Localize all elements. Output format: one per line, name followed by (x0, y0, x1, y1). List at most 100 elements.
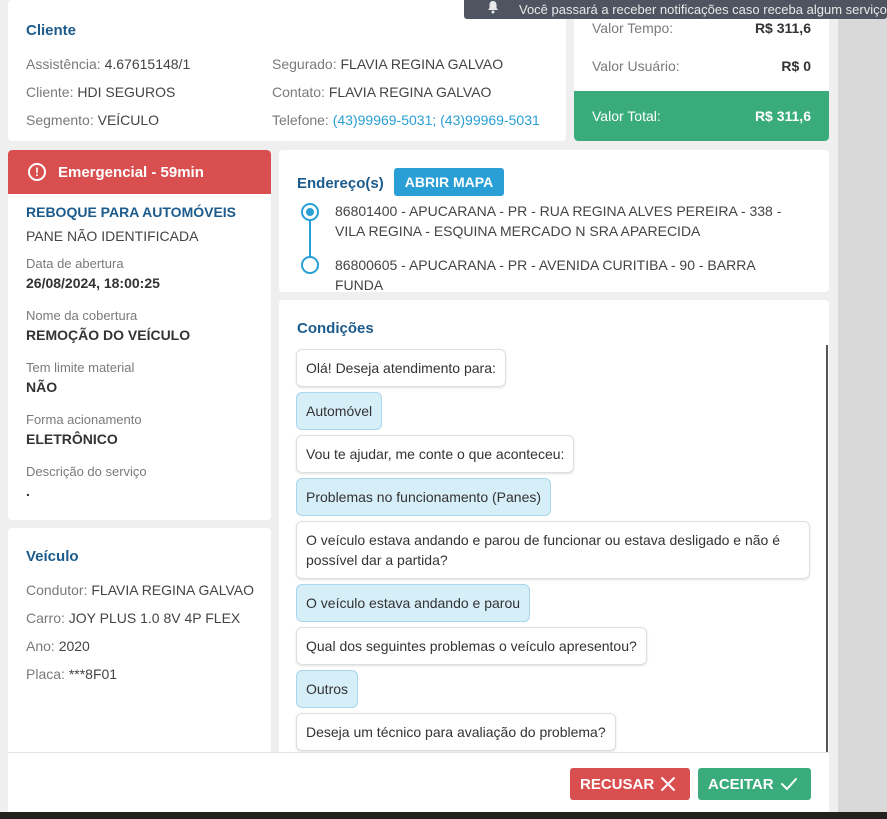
time-value-amount: R$ 311,6 (754, 20, 811, 36)
conditions-title: Condições (297, 320, 374, 337)
driver-row: Condutor: FLAVIA REGINA GALVAO (26, 576, 254, 604)
time-value-label: Valor Tempo: (592, 20, 674, 36)
client-info-right: Segurado: FLAVIA REGINA GALVAO Contato: … (272, 50, 540, 134)
insured-value: FLAVIA REGINA GALVAO (340, 56, 504, 72)
question-bubble: Olá! Deseja atendimento para: (296, 349, 506, 387)
user-value-label: Valor Usuário: (592, 58, 680, 74)
scrollbar[interactable] (826, 345, 828, 758)
question-bubble: Qual dos seguintes problemas o veículo a… (296, 627, 647, 665)
action-footer: RECUSAR ACEITAR (8, 752, 829, 812)
background-gutter (838, 0, 887, 819)
vehicle-info: Condutor: FLAVIA REGINA GALVAO Carro: JO… (26, 576, 254, 688)
segment-value: VEÍCULO (97, 112, 160, 128)
answer-bubble: Outros (296, 670, 359, 708)
opening-date-field: Data de abertura 26/08/2024, 18:00:25 (26, 256, 160, 291)
phone-link[interactable]: (43)99969-5031; (43)99969-5031 (333, 112, 540, 128)
accept-button[interactable]: ACEITAR (698, 768, 811, 800)
refuse-label: RECUSAR (580, 775, 655, 793)
car-value: JOY PLUS 1.0 8V 4P FLEX (68, 610, 241, 626)
field-value: REMOÇÃO DO VEÍCULO (26, 327, 191, 343)
phone-label: Telefone: (272, 112, 329, 128)
car-label: Carro: (26, 610, 65, 626)
total-value-label: Valor Total: (592, 108, 661, 124)
info-icon: ! (28, 163, 46, 181)
assistance-row: Assistência: 4.67615148/1 (26, 50, 190, 78)
client-info-left: Assistência: 4.67615148/1 Cliente: HDI S… (26, 50, 190, 134)
client-name-row: Cliente: HDI SEGUROS (26, 78, 190, 106)
service-title: REBOQUE PARA AUTOMÓVEIS (26, 204, 237, 220)
service-description-field: Descrição do serviço . (26, 464, 147, 499)
check-icon (781, 778, 797, 790)
insured-label: Segurado: (272, 56, 337, 72)
address-card: Endereço(s) ABRIR MAPA 86801400 - APUCAR… (279, 150, 829, 293)
emergency-banner: ! Emergencial - 59min (8, 150, 271, 194)
assistance-label: Assistência: (26, 56, 101, 72)
contact-label: Contato: (272, 84, 325, 100)
answer-bubble: O veículo estava andando e parou (296, 584, 531, 622)
field-value: . (26, 483, 30, 499)
address-title: Endereço(s) (297, 175, 384, 192)
emergency-label: Emergencial - 59min (58, 164, 204, 181)
client-name-value: HDI SEGUROS (77, 84, 176, 100)
driver-value: FLAVIA REGINA GALVAO (91, 582, 254, 598)
question-bubble: Vou te ajudar, me conte o que aconteceu: (296, 435, 575, 473)
phone-row: Telefone: (43)99969-5031; (43)99969-5031 (272, 106, 540, 134)
coverage-field: Nome da cobertura REMOÇÃO DO VEÍCULO (26, 308, 190, 343)
conditions-card: Condições Olá! Deseja atendimento para: … (279, 300, 829, 758)
origin-marker-icon (301, 203, 319, 221)
contact-row: Contato: FLAVIA REGINA GALVAO (272, 78, 540, 106)
accept-label: ACEITAR (708, 775, 774, 793)
client-card: Cliente Assistência: 4.67615148/1 Client… (8, 0, 566, 141)
year-row: Ano: 2020 (26, 632, 254, 660)
origin-address: 86801400 - APUCARANA - PR - RUA REGINA A… (335, 203, 782, 239)
values-card: Valor Tempo: R$ 311,6 Valor Usuário: R$ … (574, 0, 829, 141)
field-value: ELETRÔNICO (26, 431, 118, 447)
destination-address: 86800605 - APUCARANA - PR - AVENIDA CURI… (335, 257, 755, 293)
vehicle-title: Veículo (26, 548, 79, 565)
time-value-row: Valor Tempo: R$ 311,6 (592, 20, 811, 36)
open-map-button[interactable]: ABRIR MAPA (394, 168, 504, 196)
window-bottom-edge (0, 812, 887, 819)
total-value-amount: R$ 311,6 (754, 108, 811, 124)
field-label: Forma acionamento (26, 412, 142, 427)
toast-message: Você passará a receber notificações caso… (519, 2, 887, 17)
client-name-label: Cliente: (26, 84, 74, 100)
field-value: 26/08/2024, 18:00:25 (26, 275, 160, 291)
car-row: Carro: JOY PLUS 1.0 8V 4P FLEX (26, 604, 254, 632)
destination-marker-icon (301, 256, 319, 274)
question-bubble: O veículo estava andando e parou de func… (296, 521, 810, 579)
field-label: Descrição do serviço (26, 464, 147, 479)
notification-toast[interactable]: Você passará a receber notificações caso… (464, 0, 887, 19)
total-value-row: Valor Total: R$ 311,6 (592, 108, 811, 124)
question-bubble: Deseja um técnico para avaliação do prob… (296, 713, 616, 751)
field-label: Data de abertura (26, 256, 124, 271)
insured-row: Segurado: FLAVIA REGINA GALVAO (272, 50, 540, 78)
year-label: Ano: (26, 638, 55, 654)
plate-row: Placa: ***8F01 (26, 660, 254, 688)
bell-icon (488, 1, 498, 14)
answer-bubble: Automóvel (296, 392, 383, 430)
field-label: Tem limite material (26, 360, 135, 375)
plate-label: Placa: (26, 666, 65, 682)
field-value: NÃO (26, 379, 58, 395)
refuse-button[interactable]: RECUSAR (570, 768, 690, 800)
answer-bubble: Problemas no funcionamento (Panes) (296, 478, 552, 516)
assistance-value: 4.67615148/1 (104, 56, 191, 72)
vehicle-card: Veículo Condutor: FLAVIA REGINA GALVAO C… (8, 528, 271, 758)
plate-value: ***8F01 (68, 666, 118, 682)
contact-value: FLAVIA REGINA GALVAO (328, 84, 492, 100)
field-label: Nome da cobertura (26, 308, 138, 323)
activation-method-field: Forma acionamento ELETRÔNICO (26, 412, 142, 447)
client-title: Cliente (26, 22, 77, 39)
material-limit-field: Tem limite material NÃO (26, 360, 134, 395)
driver-label: Condutor: (26, 582, 88, 598)
close-icon (661, 777, 675, 791)
year-value: 2020 (58, 638, 90, 654)
segment-label: Segmento: (26, 112, 94, 128)
user-value-amount: R$ 0 (781, 58, 811, 74)
user-value-row: Valor Usuário: R$ 0 (592, 58, 811, 74)
segment-row: Segmento: VEÍCULO (26, 106, 190, 134)
total-value-bar: Valor Total: R$ 311,6 (574, 91, 829, 141)
service-subtitle: PANE NÃO IDENTIFICADA (26, 228, 199, 244)
service-card: ! Emergencial - 59min REBOQUE PARA AUTOM… (8, 150, 271, 520)
